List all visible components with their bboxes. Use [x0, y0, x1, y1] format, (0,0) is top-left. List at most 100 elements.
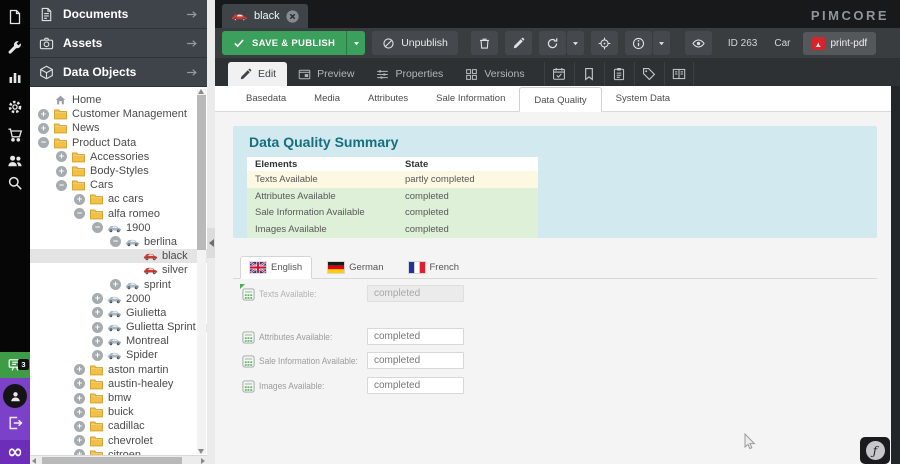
view-tab[interactable]: Properties [365, 62, 454, 86]
expander-icon[interactable] [56, 180, 67, 191]
subtab[interactable]: Media [300, 86, 354, 111]
field-input[interactable] [367, 328, 464, 345]
view-tool-button[interactable] [574, 62, 604, 86]
view-tab[interactable]: Versions [454, 62, 535, 86]
expander-icon[interactable] [110, 236, 121, 247]
expander-icon[interactable] [92, 350, 103, 361]
rail-button[interactable] [0, 122, 30, 148]
tree-item[interactable]: Cars [30, 178, 207, 192]
tree-item[interactable]: citroen [30, 448, 207, 455]
tree-item[interactable]: aston martin [30, 363, 207, 377]
tree-item[interactable]: Customer Management [30, 107, 207, 121]
expander-icon[interactable] [74, 407, 85, 418]
delete-button[interactable] [471, 31, 498, 55]
tree-item[interactable]: cadillac [30, 419, 207, 433]
expander-icon[interactable] [92, 307, 103, 318]
tree-item[interactable]: sprint [30, 277, 207, 291]
tree-item[interactable]: chevrolet [30, 434, 207, 448]
rail-button[interactable] [0, 34, 30, 60]
tree-item[interactable]: Accessories [30, 150, 207, 164]
field-input[interactable] [367, 352, 464, 369]
expander-icon[interactable] [38, 109, 49, 120]
subtab[interactable]: Sale Information [422, 86, 519, 111]
tree-item[interactable]: alfa romeo [30, 207, 207, 221]
subtab[interactable]: Basedata [232, 86, 300, 111]
tree-item[interactable]: Product Data [30, 136, 207, 150]
pimcore-infinity-logo[interactable]: ∞ [0, 440, 30, 464]
view-tool-button[interactable] [604, 62, 634, 86]
notifications-button[interactable]: 3 [0, 352, 30, 378]
expander-icon[interactable] [92, 322, 103, 333]
expander-icon[interactable] [110, 279, 121, 290]
tree-item[interactable]: Montreal [30, 334, 207, 348]
reload-options-caret[interactable] [567, 31, 584, 55]
save-options-caret[interactable] [346, 31, 365, 55]
scrollbar-thumb[interactable] [197, 95, 206, 250]
expander-icon[interactable] [38, 123, 49, 134]
tree-item[interactable]: austin-healey [30, 377, 207, 391]
scroll-down-arrow[interactable] [198, 449, 204, 454]
tree-item[interactable]: silver [30, 263, 207, 277]
tree-vertical-scrollbar[interactable] [197, 89, 206, 454]
locate-in-tree-button[interactable] [591, 31, 618, 55]
logout-icon[interactable] [7, 415, 23, 431]
subtab[interactable]: Data Quality [519, 87, 601, 112]
tree-item[interactable]: bmw [30, 391, 207, 405]
expander-icon[interactable] [92, 222, 103, 233]
scroll-left-arrow[interactable] [32, 458, 36, 464]
expander-icon[interactable] [92, 293, 103, 304]
view-tool-button[interactable] [634, 62, 664, 86]
expander-icon[interactable] [56, 166, 67, 177]
field-input[interactable] [367, 377, 464, 394]
rail-button[interactable] [0, 170, 30, 196]
tree-item[interactable]: Gulietta Sprint Specia [30, 320, 207, 334]
field-input[interactable] [367, 285, 464, 302]
tree-item[interactable]: Spider [30, 348, 207, 362]
subtab[interactable]: System Data [602, 86, 684, 111]
info-options-caret[interactable] [653, 31, 670, 55]
expander-icon[interactable] [92, 336, 103, 347]
expander-icon[interactable] [74, 421, 85, 432]
object-tab-black[interactable]: black [222, 4, 308, 28]
avatar[interactable] [3, 384, 27, 408]
expander-icon[interactable] [74, 378, 85, 389]
panel-splitter[interactable] [207, 0, 215, 464]
tree-item[interactable]: Home [30, 93, 207, 107]
overlay-extension-widget[interactable]: ƒ [860, 437, 890, 464]
accordion-header[interactable]: Documents [30, 0, 207, 29]
tree-item[interactable]: 1900 [30, 221, 207, 235]
tree-item[interactable]: Body-Styles [30, 164, 207, 178]
expander-icon[interactable] [74, 435, 85, 446]
close-icon[interactable] [286, 10, 299, 23]
accordion-header[interactable]: Data Objects [30, 58, 207, 87]
expander-icon[interactable] [74, 194, 85, 205]
save-publish-button[interactable]: SAVE & PUBLISH [222, 31, 346, 55]
tree-item[interactable]: Giulietta [30, 306, 207, 320]
scrollbar-thumb[interactable] [42, 457, 182, 464]
tree-item[interactable]: buick [30, 405, 207, 419]
view-tab[interactable]: Preview [287, 62, 365, 86]
tree-item[interactable]: News [30, 121, 207, 135]
tree-item[interactable]: 2000 [30, 292, 207, 306]
expander-icon[interactable] [56, 151, 67, 162]
expander-icon[interactable] [74, 393, 85, 404]
info-button[interactable] [625, 31, 652, 55]
view-tab[interactable]: Edit [228, 62, 287, 86]
tree-item[interactable]: berlina [30, 235, 207, 249]
rail-button[interactable] [0, 94, 30, 120]
subtab[interactable]: Attributes [354, 86, 422, 111]
view-tool-button[interactable] [544, 62, 574, 86]
unpublish-button[interactable]: Unpublish [372, 31, 458, 55]
accordion-header[interactable]: Assets [30, 29, 207, 58]
tree-item[interactable]: black [30, 249, 207, 263]
print-pdf-button[interactable]: print-pdf [803, 32, 877, 55]
view-tool-button[interactable] [664, 62, 694, 86]
rail-button[interactable] [0, 64, 30, 90]
tree-item[interactable]: ac cars [30, 192, 207, 206]
expander-icon[interactable] [74, 364, 85, 375]
scroll-right-arrow[interactable] [201, 458, 205, 464]
expander-icon[interactable] [38, 137, 49, 148]
open-preview-button[interactable] [685, 31, 712, 55]
scroll-up-arrow[interactable] [198, 89, 204, 94]
expander-icon[interactable] [74, 208, 85, 219]
